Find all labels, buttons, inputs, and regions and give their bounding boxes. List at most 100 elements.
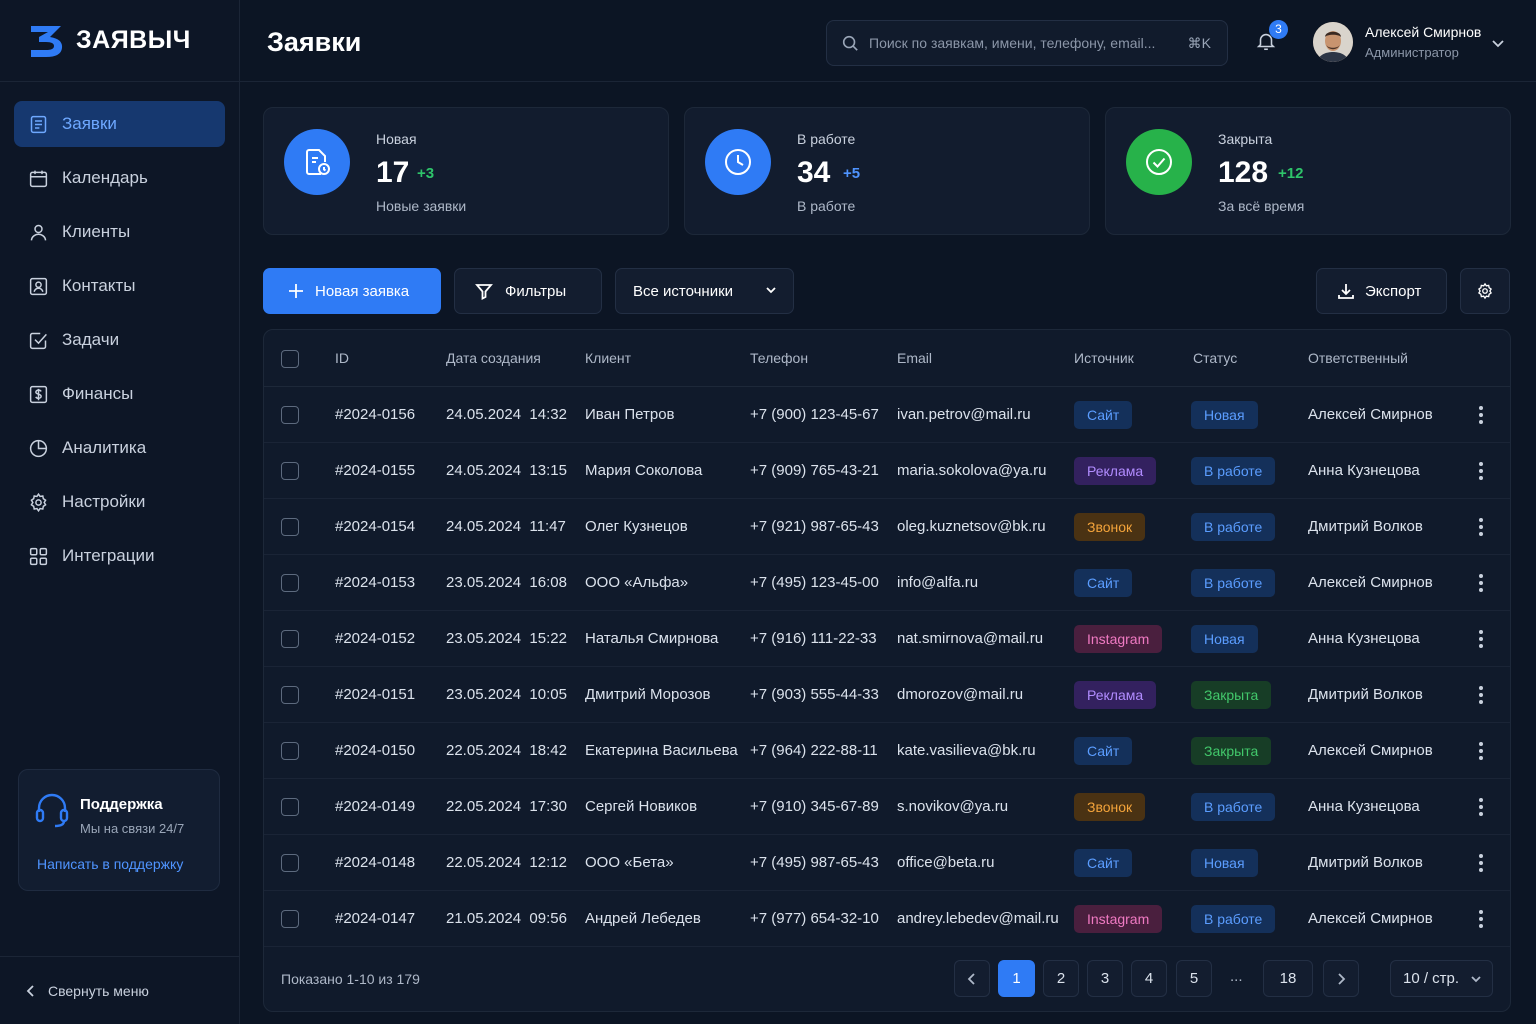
sidebar-item-calendar[interactable]: Календарь [14, 155, 225, 201]
stat-card-new[interactable]: Новая 17 +3 Новые заявки [263, 107, 669, 235]
new-request-button[interactable]: Новая заявка [263, 268, 441, 314]
row-checkbox[interactable] [281, 462, 299, 480]
cell-id[interactable]: #2024-0148 [335, 854, 415, 871]
filters-button[interactable]: Фильтры [454, 268, 602, 314]
cell-date: 24.05.2024 14:32 [446, 406, 567, 423]
cell-client[interactable]: Наталья Смирнова [585, 630, 718, 647]
prev-page-button[interactable] [954, 960, 990, 997]
sidebar-item-analytics[interactable]: Аналитика [14, 425, 225, 471]
row-menu-button[interactable] [1478, 686, 1484, 704]
gear-icon [1478, 282, 1492, 300]
cell-client[interactable]: Иван Петров [585, 406, 675, 423]
cell-id[interactable]: #2024-0147 [335, 910, 415, 927]
stat-card-closed[interactable]: Закрыта 128 +12 За всё время [1105, 107, 1511, 235]
row-menu-button[interactable] [1478, 406, 1484, 424]
row-menu-button[interactable] [1478, 630, 1484, 648]
row-menu-button[interactable] [1478, 910, 1484, 928]
search-input[interactable] [869, 35, 1169, 51]
row-menu-button[interactable] [1478, 798, 1484, 816]
sidebar-item-clients[interactable]: Клиенты [14, 209, 225, 255]
table-row[interactable]: #2024-0147 21.05.2024 09:56 Андрей Лебедев… [264, 891, 1510, 947]
sidebar-item-finance[interactable]: Финансы [14, 371, 225, 417]
row-checkbox[interactable] [281, 406, 299, 424]
cell-client[interactable]: Мария Соколова [585, 462, 702, 479]
stat-card-in-progress[interactable]: В работе 34 +5 В работе [684, 107, 1090, 235]
row-menu-button[interactable] [1478, 742, 1484, 760]
page-1-button[interactable]: 1 [998, 960, 1035, 997]
row-menu-button[interactable] [1478, 854, 1484, 872]
export-button[interactable]: Экспорт [1316, 268, 1447, 314]
column-header-status[interactable]: Статус [1193, 350, 1237, 366]
row-checkbox[interactable] [281, 798, 299, 816]
cell-client[interactable]: Сергей Новиков [585, 798, 697, 815]
page-2-button[interactable]: 2 [1043, 960, 1079, 997]
table-row[interactable]: #2024-0155 24.05.2024 13:15 Мария Соколова… [264, 443, 1510, 499]
table-row[interactable]: #2024-0153 23.05.2024 16:08 ООО «Альфа» +7 … [264, 555, 1510, 611]
sidebar-item-label: Календарь [62, 168, 148, 187]
chevron-right-icon [1338, 973, 1346, 985]
table-row[interactable]: #2024-0151 23.05.2024 10:05 Дмитрий Морозо… [264, 667, 1510, 723]
search-bar[interactable]: ⌘K [826, 20, 1228, 66]
column-header-owner[interactable]: Ответственный [1308, 350, 1408, 366]
row-menu-button[interactable] [1478, 574, 1484, 592]
sidebar-item-contacts[interactable]: Контакты [14, 263, 225, 309]
sidebar-item-tasks[interactable]: Задачи [14, 317, 225, 363]
cell-id[interactable]: #2024-0155 [335, 462, 415, 479]
next-page-button[interactable] [1323, 960, 1359, 997]
cell-client[interactable]: Андрей Лебедев [585, 910, 701, 927]
cell-client[interactable]: Дмитрий Морозов [585, 686, 711, 703]
cell-id[interactable]: #2024-0150 [335, 742, 415, 759]
cell-id[interactable]: #2024-0149 [335, 798, 415, 815]
stat-icon-new [284, 129, 350, 195]
column-header-date[interactable]: Дата создания [446, 350, 541, 366]
cell-client[interactable]: ООО «Бета» [585, 854, 674, 871]
column-header-id[interactable]: ID [335, 350, 349, 366]
cell-id[interactable]: #2024-0156 [335, 406, 415, 423]
stat-delta: +3 [417, 165, 435, 182]
row-checkbox[interactable] [281, 910, 299, 928]
page-5-button[interactable]: 5 [1176, 960, 1212, 997]
cell-id[interactable]: #2024-0151 [335, 686, 415, 703]
chevron-down-icon[interactable] [1491, 36, 1505, 50]
kebab-dot [1479, 742, 1483, 746]
table-row[interactable]: #2024-0154 24.05.2024 11:47 Олег Кузнецов +… [264, 499, 1510, 555]
column-header-email[interactable]: Email [897, 350, 932, 366]
cell-client[interactable]: Екатерина Васильева [585, 742, 738, 759]
table-row[interactable]: #2024-0150 22.05.2024 18:42 Екатерина Васи… [264, 723, 1510, 779]
table-settings-button[interactable] [1460, 268, 1510, 314]
sidebar-item-integrations[interactable]: Интеграции [14, 533, 225, 579]
row-menu-button[interactable] [1478, 518, 1484, 536]
collapse-menu-button[interactable]: Свернуть меню [0, 956, 239, 1024]
logo[interactable]: ЗАЯВЫЧ [0, 0, 239, 82]
row-checkbox[interactable] [281, 742, 299, 760]
column-header-phone[interactable]: Телефон [750, 350, 808, 366]
row-menu-button[interactable] [1478, 462, 1484, 480]
column-header-client[interactable]: Клиент [585, 350, 631, 366]
table-row[interactable]: #2024-0156 24.05.2024 14:32 Иван Петров +7 … [264, 387, 1510, 443]
cell-id[interactable]: #2024-0154 [335, 518, 415, 535]
select-all-checkbox[interactable] [281, 350, 299, 368]
column-header-source[interactable]: Источник [1074, 350, 1134, 366]
cell-id[interactable]: #2024-0153 [335, 574, 415, 591]
source-select[interactable]: Все источники [615, 268, 794, 314]
row-checkbox[interactable] [281, 686, 299, 704]
row-checkbox[interactable] [281, 518, 299, 536]
table-row[interactable]: #2024-0149 22.05.2024 17:30 Сергей Новиков… [264, 779, 1510, 835]
table-row[interactable]: #2024-0152 23.05.2024 15:22 Наталья Смирно… [264, 611, 1510, 667]
cell-client[interactable]: Олег Кузнецов [585, 518, 688, 535]
row-checkbox[interactable] [281, 574, 299, 592]
table-row[interactable]: #2024-0148 22.05.2024 12:12 ООО «Бета» +7 (… [264, 835, 1510, 891]
support-link[interactable]: Написать в поддержку [37, 856, 183, 872]
page-4-button[interactable]: 4 [1131, 960, 1167, 997]
cell-id[interactable]: #2024-0152 [335, 630, 415, 647]
page-size-select[interactable]: 10 / стр. [1390, 960, 1493, 997]
sidebar-item-requests[interactable]: Заявки [14, 101, 225, 147]
page-3-button[interactable]: 3 [1087, 960, 1123, 997]
sidebar-item-settings[interactable]: Настройки [14, 479, 225, 525]
cell-client[interactable]: ООО «Альфа» [585, 574, 688, 591]
last-page-button[interactable]: 18 [1263, 960, 1313, 997]
row-checkbox[interactable] [281, 630, 299, 648]
avatar[interactable] [1313, 22, 1353, 62]
row-checkbox[interactable] [281, 854, 299, 872]
status-badge: В работе [1191, 569, 1276, 597]
